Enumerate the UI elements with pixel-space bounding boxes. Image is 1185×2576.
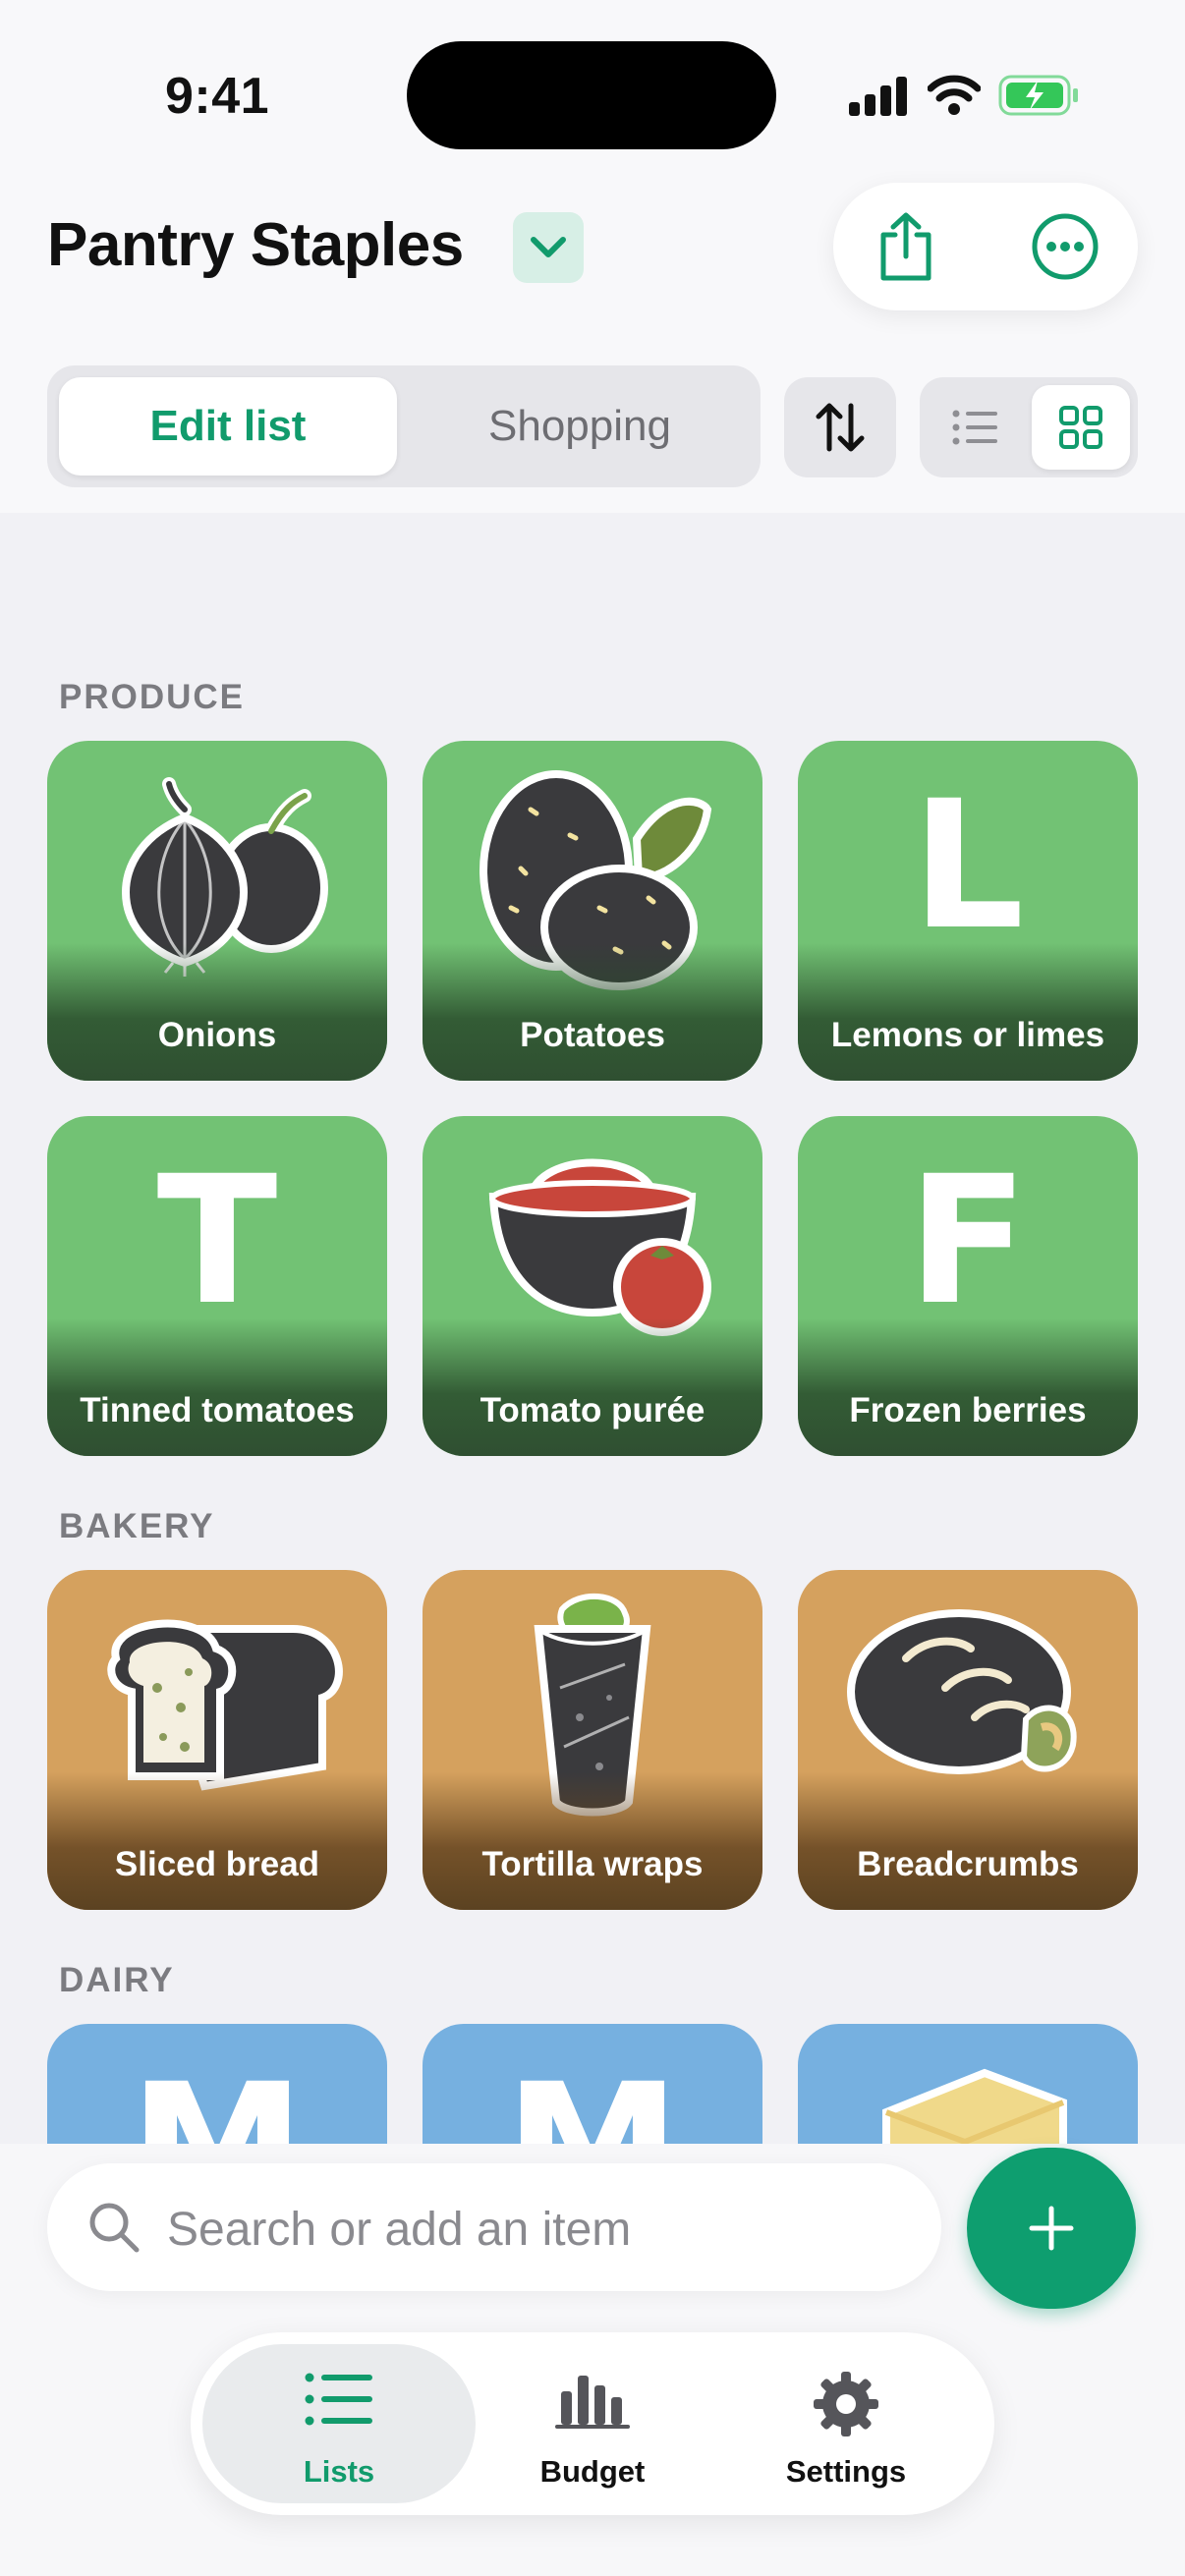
item-tile-tinned-tomatoes[interactable]: T Tinned tomatoes <box>47 1116 387 1456</box>
plus-icon <box>1029 2206 1074 2251</box>
item-grid: PRODUCE Onions Potatoes L Lemons or lime… <box>0 513 1185 2144</box>
item-label: Breadcrumbs <box>857 1845 1079 1883</box>
tab-budget[interactable]: Budget <box>456 2344 729 2503</box>
chevron-down-icon <box>531 237 566 257</box>
item-letter: L <box>911 763 1025 969</box>
view-mode-toggle <box>920 377 1138 477</box>
item-tile-onions[interactable]: Onions <box>47 741 387 1081</box>
item-tile-frozen-berries[interactable]: F Frozen berries <box>798 1116 1138 1456</box>
battery-charging-icon <box>998 75 1078 116</box>
item-tile-dairy-1[interactable]: M <box>47 2024 387 2144</box>
search-field[interactable]: Search or add an item <box>47 2163 941 2291</box>
share-icon <box>880 212 931 281</box>
grid-view-button[interactable] <box>1032 385 1130 470</box>
item-label: Potatoes <box>520 1016 665 1054</box>
item-label: Onions <box>157 1016 277 1054</box>
share-button[interactable] <box>867 207 945 286</box>
ellipsis-circle-icon <box>1032 213 1099 280</box>
item-label: Frozen berries <box>849 1391 1087 1429</box>
sort-button[interactable] <box>784 377 896 477</box>
section-label-produce: PRODUCE <box>59 678 246 716</box>
header: 9:41 Pantry Staples Edit list Shopping <box>0 0 1185 513</box>
tab-label: Budget <box>539 2454 646 2489</box>
segment-shopping[interactable]: Shopping <box>411 377 749 476</box>
dynamic-island <box>407 41 776 149</box>
more-options-button[interactable] <box>1026 207 1104 286</box>
section-label-dairy: DAIRY <box>59 1961 175 1999</box>
item-letter: M <box>423 2061 762 2145</box>
cellular-signal-icon <box>849 77 907 116</box>
bar-chart-icon <box>555 2376 630 2429</box>
list-switcher-button[interactable] <box>513 212 584 283</box>
sort-arrows-icon <box>816 403 865 452</box>
item-label: Tortilla wraps <box>481 1845 704 1883</box>
search-icon <box>89 2203 140 2253</box>
tab-lists[interactable]: Lists <box>202 2344 476 2503</box>
section-label-bakery: BAKERY <box>59 1507 215 1545</box>
item-tile-tortilla-wraps[interactable]: Tortilla wraps <box>423 1570 762 1910</box>
list-title[interactable]: Pantry Staples <box>47 210 464 280</box>
wifi-icon <box>928 75 981 115</box>
header-actions <box>833 183 1138 310</box>
tab-label: Lists <box>303 2454 375 2489</box>
item-label: Lemons or limes <box>830 1016 1105 1054</box>
search-placeholder: Search or add an item <box>167 2204 632 2256</box>
item-tile-lemons-or-limes[interactable]: L Lemons or limes <box>798 741 1138 1081</box>
tab-bar: Lists Budget Settings <box>191 2332 994 2515</box>
item-tile-dairy-2[interactable]: M <box>423 2024 762 2144</box>
item-label: Sliced bread <box>114 1845 320 1883</box>
bottom-bar: Search or add an item Lists Budget Setti… <box>0 2144 1185 2576</box>
item-label: Tomato purée <box>480 1391 705 1429</box>
item-tile-breadcrumbs[interactable]: Breadcrumbs <box>798 1570 1138 1910</box>
item-tile-dairy-3[interactable] <box>798 2024 1138 2144</box>
tab-settings[interactable]: Settings <box>709 2344 983 2503</box>
list-view-icon <box>952 410 997 445</box>
item-letter: F <box>907 1139 1029 1344</box>
grid-view-icon <box>1059 406 1102 449</box>
item-tile-tomato-puree[interactable]: Tomato purée <box>423 1116 762 1456</box>
segment-edit-list[interactable]: Edit list <box>59 377 397 476</box>
tab-label: Settings <box>785 2454 907 2489</box>
add-item-button[interactable] <box>967 2148 1136 2309</box>
item-letter: T <box>156 1139 278 1344</box>
butter-icon <box>882 2068 1067 2144</box>
status-time: 9:41 <box>165 68 270 125</box>
list-view-button[interactable] <box>928 385 1024 470</box>
list-icon <box>305 2373 372 2426</box>
mode-segmented-control: Edit list Shopping <box>47 365 761 487</box>
item-tile-sliced-bread[interactable]: Sliced bread <box>47 1570 387 1910</box>
gear-icon <box>814 2372 878 2436</box>
item-label: Tinned tomatoes <box>80 1391 355 1429</box>
item-letter: M <box>47 2061 387 2145</box>
item-tile-potatoes[interactable]: Potatoes <box>423 741 762 1081</box>
